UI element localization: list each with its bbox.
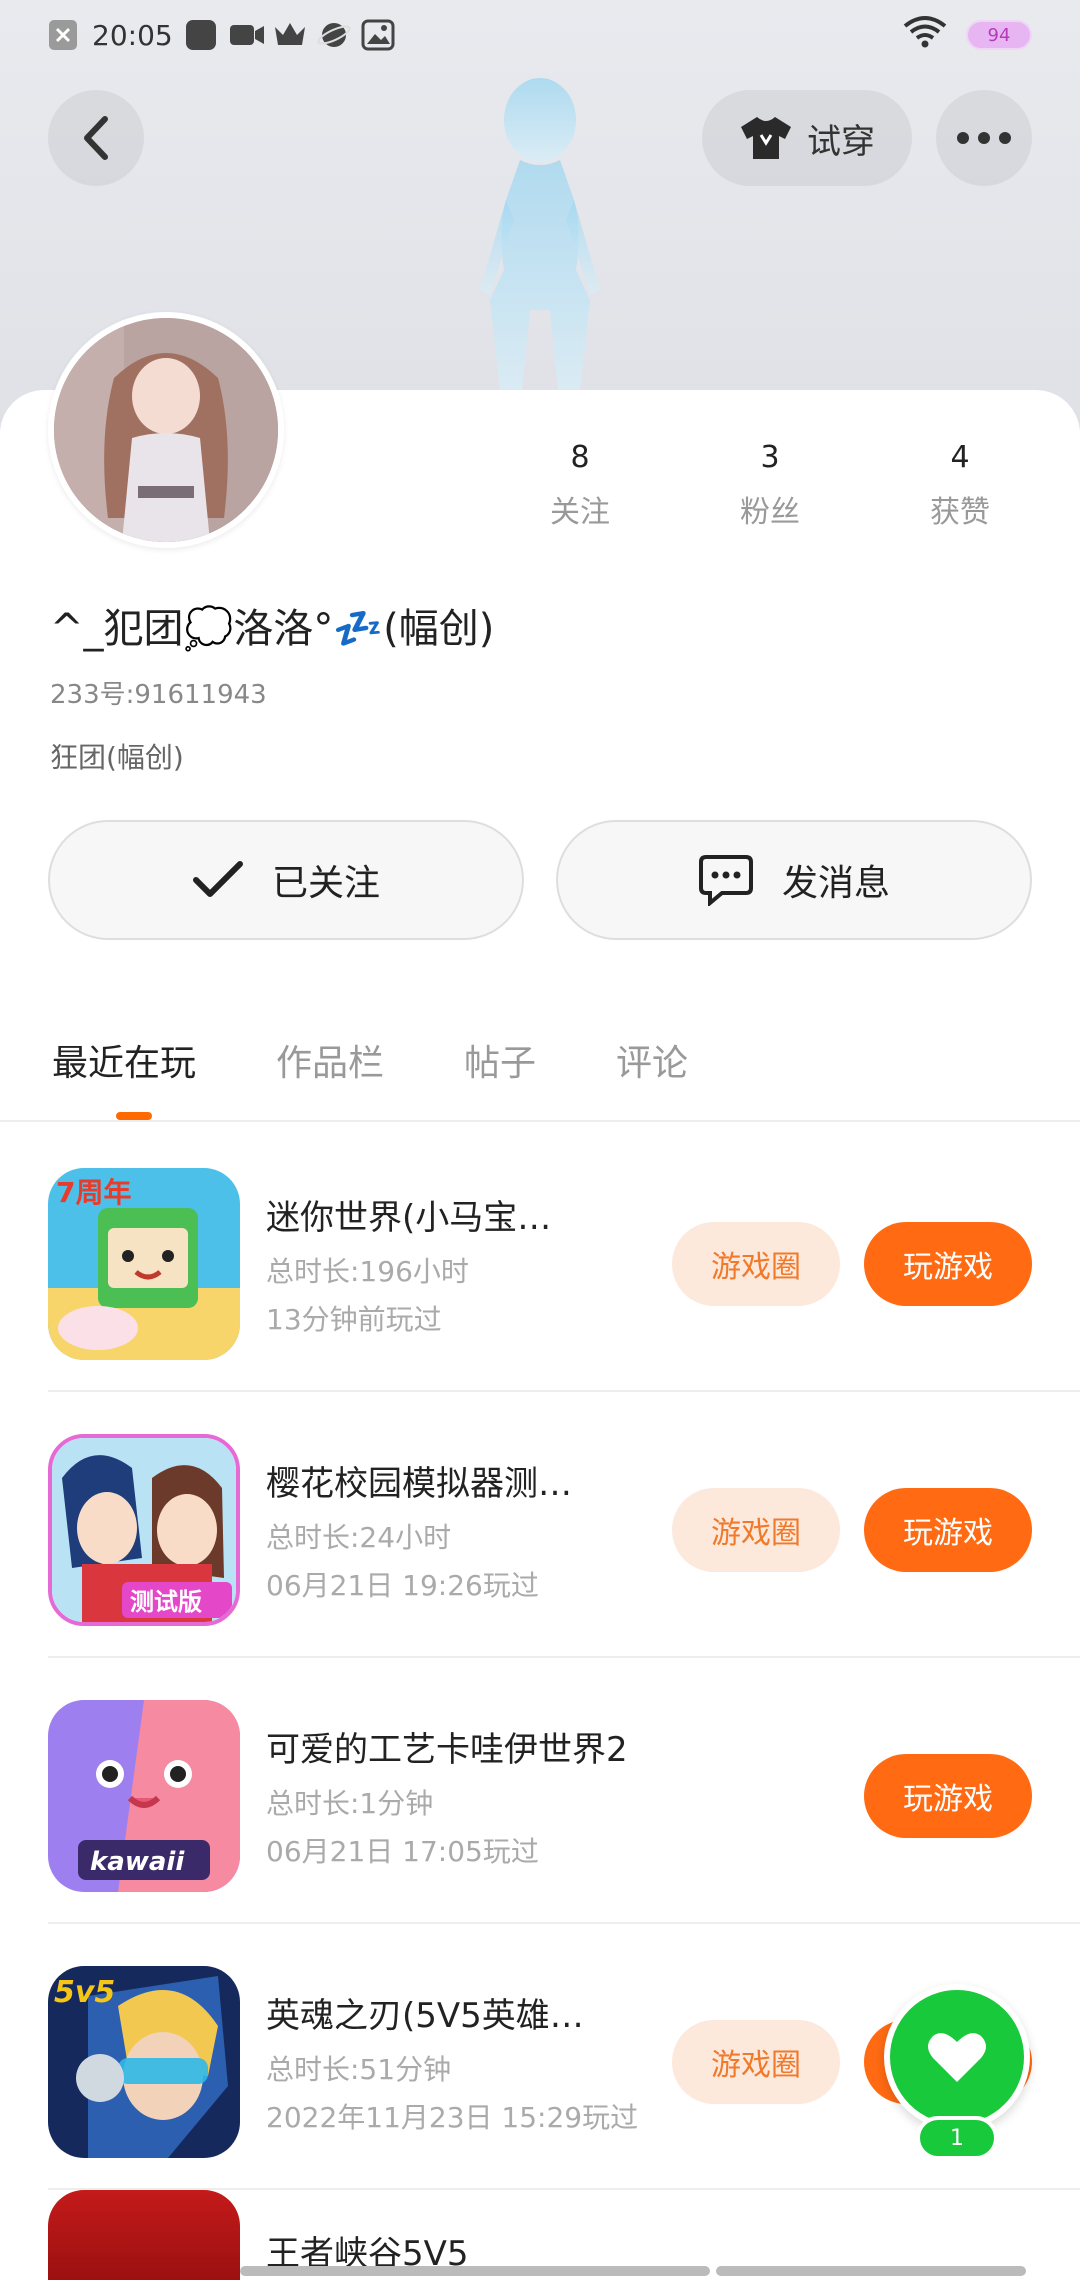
checkmark-icon — [192, 861, 243, 897]
play-game-button[interactable]: 玩游戏 — [864, 1754, 1032, 1838]
game-circle-button[interactable]: 游戏圈 — [672, 2020, 840, 2104]
game-last-played: 2022年11月23日 15:29玩过 — [266, 2101, 639, 2134]
profile-tabs: 最近在玩 作品栏 帖子 评论 — [0, 1020, 1080, 1122]
more-dots-icon — [957, 132, 1011, 144]
svg-text:5v5: 5v5 — [54, 1975, 115, 2010]
scroll-indicator — [240, 2266, 710, 2276]
scroll-indicator — [716, 2266, 1026, 2276]
game-row[interactable]: kawaii 可爱的工艺卡哇伊世界2 总时长:1分钟 06月21日 17:05玩… — [48, 1658, 1080, 1924]
status-bar: 20:05 94 — [0, 0, 1080, 70]
stat-followers[interactable]: 3 粉丝 — [700, 440, 840, 531]
game-total-duration: 总时长:51分钟 — [266, 2053, 452, 2086]
status-time: 20:05 — [92, 18, 173, 52]
svg-text:7周年: 7周年 — [56, 1176, 131, 1209]
game-circle-button[interactable]: 游戏圈 — [672, 1222, 840, 1306]
profile-bio: 狂团(幅创) — [50, 741, 184, 774]
try-on-label: 试穿 — [807, 121, 875, 162]
tab-comments[interactable]: 评论 — [616, 1020, 688, 1120]
battery-indicator: 94 — [966, 20, 1032, 50]
game-title: 英魂之刃(5V5英雄… — [266, 1996, 584, 2036]
game-title: 可爱的工艺卡哇伊世界2 — [266, 1730, 628, 1770]
stat-following-label: 关注 — [550, 495, 610, 530]
game-icon-sakura-school[interactable]: 测试版 — [48, 1434, 240, 1626]
game-total-duration: 总时长:1分钟 — [266, 1787, 434, 1820]
send-message-button[interactable]: 发消息 — [556, 820, 1032, 940]
svg-text:kawaii: kawaii — [90, 1847, 185, 1877]
stat-followers-count: 3 — [760, 440, 780, 475]
profile-user-id: 233号:91611943 — [50, 680, 267, 710]
more-options-button[interactable] — [936, 90, 1032, 186]
game-icon-soul-blade[interactable]: 5v5 — [48, 1966, 240, 2158]
try-on-button[interactable]: 试穿 — [702, 90, 912, 186]
close-notification-icon — [48, 19, 80, 51]
back-button[interactable] — [48, 90, 144, 186]
game-icon-mini-world[interactable]: 7周年 — [48, 1168, 240, 1360]
game-total-duration: 总时长:196小时 — [266, 1255, 469, 1288]
like-count-badge: 1 — [916, 2116, 998, 2160]
gallery-icon — [361, 19, 395, 51]
game-icon-kawaii-craft[interactable]: kawaii — [48, 1700, 240, 1892]
profile-stats: 8 关注 3 粉丝 4 获赞 — [490, 440, 1050, 531]
stat-likes-label: 获赞 — [930, 495, 990, 530]
game-last-played: 06月21日 19:26玩过 — [266, 1569, 539, 1602]
play-game-button[interactable]: 玩游戏 — [864, 1222, 1032, 1306]
profile-avatar[interactable] — [48, 312, 284, 548]
stat-followers-label: 粉丝 — [740, 495, 800, 530]
play-game-button[interactable]: 玩游戏 — [864, 1488, 1032, 1572]
tshirt-icon — [741, 117, 791, 159]
chat-bubble-icon — [698, 855, 753, 906]
wifi-icon — [902, 15, 948, 56]
game-title: 樱花校园模拟器测… — [266, 1464, 572, 1504]
game-circle-button[interactable]: 游戏圈 — [672, 1488, 840, 1572]
profile-nickname: ^_犯团💭洛洛°💤(幅创) — [50, 606, 495, 652]
game-row[interactable]: 7周年 迷你世界(小马宝… 总时长:196小时 13分钟前玩过 游戏圈 玩游戏 — [48, 1126, 1080, 1392]
avatar-illustration — [54, 318, 278, 542]
game-last-played: 06月21日 17:05玩过 — [266, 1835, 539, 1868]
stat-likes[interactable]: 4 获赞 — [890, 440, 1030, 531]
game-last-played: 13分钟前玩过 — [266, 1303, 442, 1336]
video-icon — [229, 19, 264, 51]
send-message-label: 发消息 — [781, 863, 890, 904]
tab-posts[interactable]: 帖子 — [464, 1020, 536, 1120]
stat-likes-count: 4 — [950, 440, 970, 475]
stat-following-count: 8 — [570, 440, 590, 475]
followed-label: 已关注 — [271, 863, 380, 904]
game-total-duration: 总时长:24小时 — [266, 1521, 452, 1554]
tab-recently-played[interactable]: 最近在玩 — [52, 1020, 196, 1120]
chevron-left-icon — [84, 116, 108, 160]
svg-text:测试版: 测试版 — [130, 1588, 202, 1616]
tab-works[interactable]: 作品栏 — [276, 1020, 384, 1120]
heart-icon — [928, 2033, 986, 2082]
game-title: 迷你世界(小马宝… — [266, 1198, 552, 1238]
stat-following[interactable]: 8 关注 — [510, 440, 650, 531]
planet-icon — [317, 19, 351, 51]
avatar-hologram-figure — [480, 78, 600, 390]
floating-like-button[interactable] — [884, 1984, 1030, 2130]
followed-button[interactable]: 已关注 — [48, 820, 524, 940]
active-tab-indicator — [116, 1112, 152, 1120]
game-row[interactable]: 测试版 樱花校园模拟器测… 总时长:24小时 06月21日 19:26玩过 游戏… — [48, 1392, 1080, 1658]
app-square-icon — [185, 19, 217, 51]
crown-icon — [273, 19, 305, 51]
game-icon-partial[interactable] — [48, 2190, 240, 2280]
